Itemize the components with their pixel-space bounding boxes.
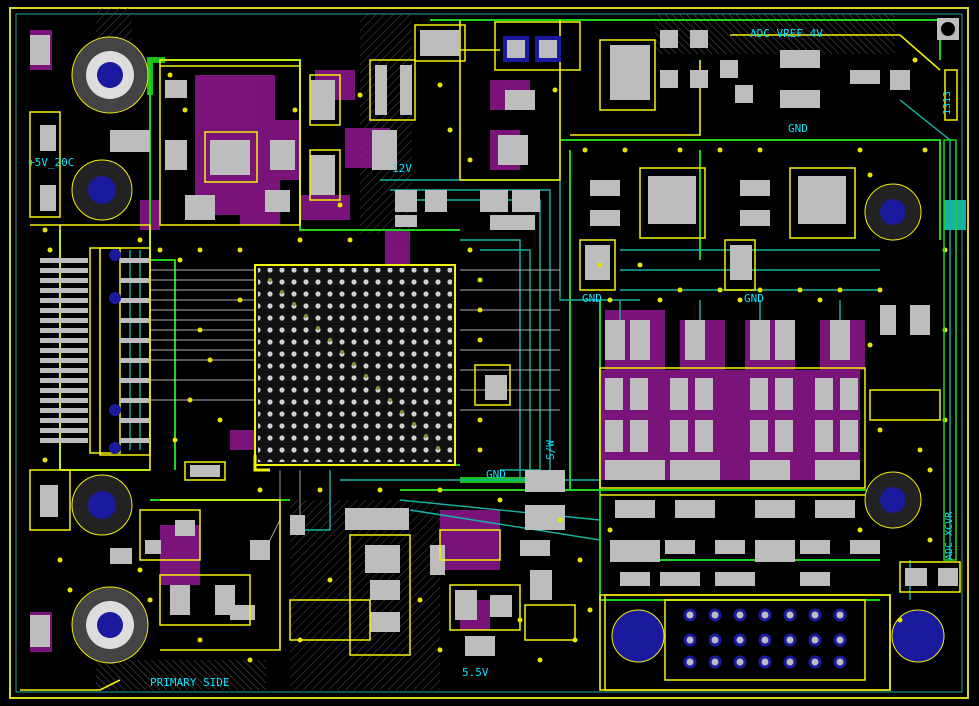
- pcb-layout-canvas: ADC VREF 4V GND 12V +5V_20C GND GND GND …: [0, 0, 979, 706]
- label-5v-20c: +5V_20C: [28, 156, 74, 169]
- label-gnd-mid: GND: [744, 292, 764, 305]
- label-top-right-tag: 1313: [942, 91, 953, 115]
- bga-package: [253, 264, 456, 472]
- label-gnd-right: GND: [486, 468, 506, 481]
- label-5-5v: 5.5V: [462, 666, 489, 679]
- label-adc-vref: ADC VREF 4V: [750, 27, 823, 40]
- label-12v: 12V: [392, 162, 412, 175]
- label-vertical-right: ADC XCVR: [944, 511, 955, 560]
- label-gnd-left: GND: [582, 292, 602, 305]
- label-sw: S/W: [544, 440, 557, 460]
- label-primary-side: PRIMARY SIDE: [150, 676, 229, 689]
- label-gnd-top: GND: [788, 122, 808, 135]
